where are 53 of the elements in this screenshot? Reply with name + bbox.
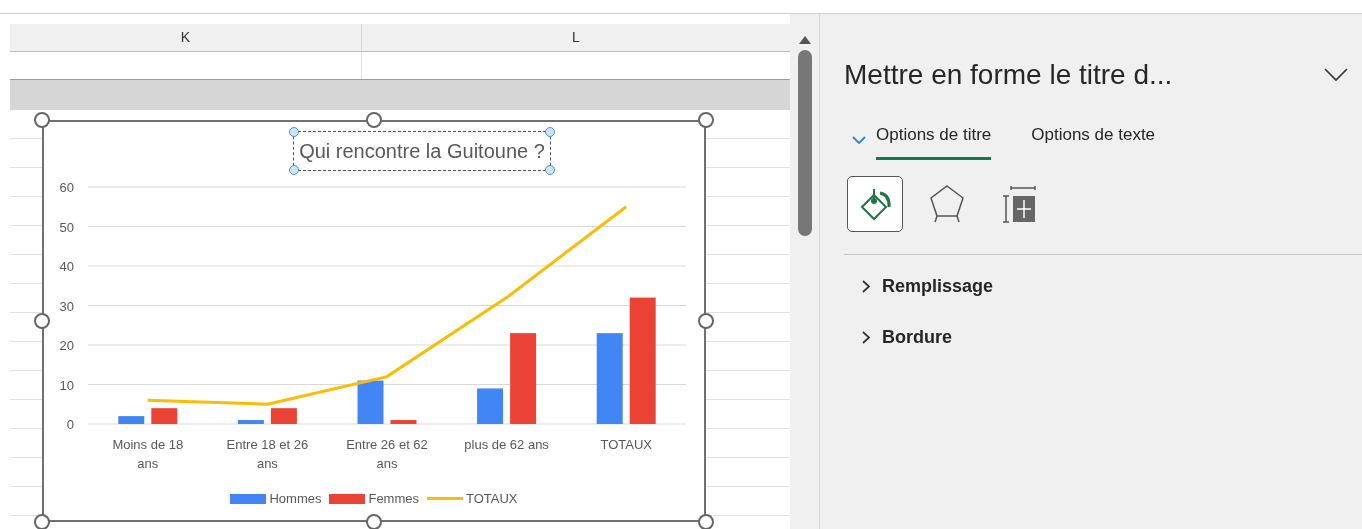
section-header[interactable]: Remplissage: [862, 272, 1362, 300]
legend-swatch: [230, 493, 267, 504]
chevron-down-icon[interactable]: [1324, 68, 1348, 82]
resize-handle[interactable]: [698, 514, 714, 529]
scrollbar-thumb[interactable]: [797, 50, 812, 236]
title-handle[interactable]: [544, 127, 555, 137]
axis-tick-label: 20: [59, 338, 74, 353]
legend-label: Femmes: [368, 490, 419, 508]
category-label: Moins de 18 ans: [112, 437, 184, 471]
options-tab[interactable]: Options de texte: [1031, 122, 1156, 160]
paint-bucket-icon: [858, 186, 892, 221]
axis-tick-label: 10: [59, 377, 74, 393]
category-label: Entre 26 et 62 ans: [346, 437, 428, 471]
column-header[interactable]: K: [10, 24, 362, 51]
resize-handle[interactable]: [34, 112, 50, 128]
axis-tick-label: 30: [59, 298, 74, 314]
axis-tick-label: 0: [66, 417, 74, 432]
column-header[interactable]: L: [362, 24, 790, 51]
bar: [357, 380, 384, 424]
resize-handle[interactable]: [34, 313, 50, 329]
section-header[interactable]: Bordure: [862, 323, 1362, 351]
bar: [390, 420, 417, 424]
resize-handle[interactable]: [366, 514, 382, 529]
category-label: Entre 18 et 26 ans: [226, 437, 309, 471]
scroll-up-arrow-icon[interactable]: [798, 36, 811, 44]
legend-swatch: [329, 493, 366, 504]
resize-handle[interactable]: [34, 514, 50, 529]
fill-options-tab[interactable]: [847, 175, 903, 232]
bar: [151, 408, 178, 424]
bar: [118, 416, 145, 424]
legend-line-swatch: [427, 497, 463, 501]
chevron-right-icon: [862, 279, 870, 293]
chart-frame[interactable]: Qui rencontre la Guitoune ? 0 10 20 30 40 50 60 Moins de 18 ans Entre 18 et 26 ans Entre 26 et 62 ans plus de 62 ans TOTAUX Hommes Femmes TOTAUX: [42, 120, 706, 522]
category-label: TOTAUX: [600, 437, 652, 452]
bar: [477, 388, 504, 424]
resize-handle[interactable]: [698, 112, 714, 128]
axis-tick-label: 60: [59, 180, 74, 195]
bar: [237, 420, 264, 424]
legend-label: Hommes: [269, 490, 322, 508]
resize-handle[interactable]: [366, 112, 382, 128]
chevron-right-icon: [862, 330, 870, 344]
category-label: plus de 62 ans: [464, 437, 549, 452]
legend-label: TOTAUX: [466, 490, 518, 508]
axis-tick-label: 40: [59, 259, 74, 274]
title-handle[interactable]: [289, 165, 300, 175]
options-tab[interactable]: Options de titre: [876, 122, 992, 160]
bar: [270, 408, 297, 424]
title-handle[interactable]: [544, 165, 555, 175]
resize-handle[interactable]: [698, 313, 714, 329]
pane-title: Mettre en forme le titre d...: [844, 58, 1173, 92]
pentagon-icon: [929, 183, 965, 224]
axis-tick-label: 50: [59, 219, 74, 235]
title-handle[interactable]: [289, 127, 300, 137]
